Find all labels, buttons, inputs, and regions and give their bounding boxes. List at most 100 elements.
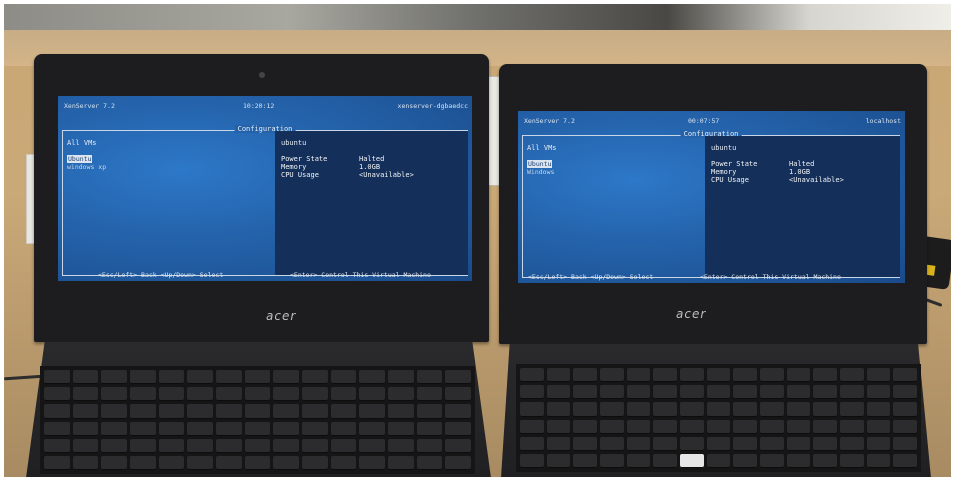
keyboard-key [273,404,299,419]
configuration-panel: Configuration All VMs Ubuntu windows xp … [62,125,468,276]
keyboard-key [330,387,357,402]
keyboard-key [599,385,624,400]
keyboard-key [839,368,864,383]
keyboard-key [72,404,99,419]
keyboard [516,364,921,472]
detail-row: Power State Halted [711,160,815,168]
keyboard-key [330,404,357,419]
product-version: XenServer 7.2 [64,102,115,110]
keyboard-key [72,370,99,385]
clock: 10:20:12 [243,102,275,110]
keyboard-key [215,404,242,419]
keyboard [40,366,475,474]
keyboard-key [158,404,185,419]
keyboard-key [387,387,414,402]
keyboard-key [573,368,597,383]
keyboard-key [866,402,891,417]
keyboard-key [445,438,471,453]
keyboard-key [626,385,651,400]
keyboard-key [158,421,185,436]
keyboard-key [445,404,471,419]
keyboard-key [546,436,571,451]
webcam [259,72,265,78]
keyboard-key [679,368,704,383]
keyboard-key [101,421,127,436]
keyboard-key [626,436,651,451]
keyboard-key [273,370,299,385]
xenserver-console-screen: XenServer 7.2 00:07:57 localhost Configu… [518,111,905,283]
keyboard-key [839,453,864,468]
detail-row: Power State Halted [281,155,385,163]
detail-row: Memory 1.0GB [281,163,381,171]
vm-list-item[interactable]: Ubuntu [67,155,93,163]
keyboard-key [626,453,651,468]
keyboard-key [72,387,99,402]
vm-list-item[interactable]: windows xp [67,163,106,171]
keyboard-key [706,419,731,434]
keyboard-key [387,438,414,453]
keyboard-key [387,404,414,419]
keyboard-key [330,455,357,470]
vm-list-item[interactable]: Windows [527,168,554,176]
keyboard-key [759,436,784,451]
footer-action-hint: <Enter> Control This Virtual Machine [290,271,431,279]
keyboard-key [679,385,704,400]
keyboard-key [330,370,357,385]
keyboard-key [244,438,271,453]
keyboard-key [129,455,156,470]
keyboard-key [706,436,731,451]
console-header: XenServer 7.2 00:07:57 localhost [518,111,905,129]
keyboard-key [520,436,544,451]
keyboard-key [733,453,757,468]
keyboard-key [520,402,544,417]
keyboard-key [520,385,544,400]
keyboard-key [866,453,891,468]
keyboard-key [301,404,328,419]
keyboard-key [187,438,213,453]
keyboard-key [129,387,156,402]
keyboard-key [893,453,917,468]
keyboard-key [520,368,544,383]
keyboard-key [573,453,597,468]
keyboard-key [387,370,414,385]
keyboard-key [187,387,213,402]
keyboard-key [44,455,70,470]
keyboard-key [786,385,811,400]
keyboard-key [520,453,544,468]
keyboard-key [244,387,271,402]
keyboard-key [679,402,704,417]
xenserver-console-screen: XenServer 7.2 10:20:12 xenserver-dgbaedc… [58,96,472,281]
keyboard-key [158,438,185,453]
keyboard-key [445,370,471,385]
keyboard-key [273,438,299,453]
keyboard-key [129,438,156,453]
keyboard-key [187,455,213,470]
keyboard-key [573,419,597,434]
vm-list-item[interactable]: Ubuntu [527,160,553,168]
keyboard-key [679,419,704,434]
keyboard-key [187,404,213,419]
keyboard-key [599,436,624,451]
keyboard-key [129,370,156,385]
keyboard-key [786,402,811,417]
keyboard-key [599,419,624,434]
keyboard-key [445,421,471,436]
keyboard-key [158,455,185,470]
keyboard-key [813,453,837,468]
vm-name: ubuntu [281,139,307,147]
keyboard-key [244,404,271,419]
keyboard-key [839,436,864,451]
keyboard-key [626,419,651,434]
keyboard-key [733,419,757,434]
footer-nav-hint: <Esc/Left> Back <Up/Down> Select [528,273,654,281]
keyboard-key [215,387,242,402]
keyboard-key [273,387,299,402]
vm-list-heading: All VMs [67,139,97,147]
keyboard-key [893,436,917,451]
keyboard-key [599,453,624,468]
vm-list-heading: All VMs [527,144,557,152]
keyboard-key [706,402,731,417]
keyboard-key [866,436,891,451]
keyboard-key [158,387,185,402]
keyboard-key [813,368,837,383]
